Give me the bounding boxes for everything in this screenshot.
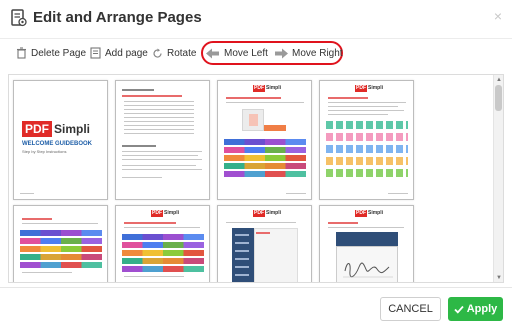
move-left-button[interactable]: Move Left: [206, 45, 268, 61]
close-icon[interactable]: ×: [494, 8, 502, 24]
brand-logo: PDF Simpli: [22, 121, 90, 137]
sidebar-preview: [232, 228, 254, 282]
delete-page-button[interactable]: Delete Page: [16, 45, 86, 61]
arrow-right-icon: [275, 48, 288, 58]
apply-button[interactable]: Apply: [448, 297, 503, 321]
scroll-up-icon[interactable]: ▲: [496, 77, 502, 83]
add-page-button[interactable]: Add page: [90, 45, 148, 61]
page-thumbnail-5[interactable]: [13, 205, 108, 282]
trash-icon: [17, 47, 26, 59]
checkmark-icon: [454, 305, 464, 314]
page-thumbnails-grid: PDF Simpli WELCOME GUIDEBOOK Step by Ste…: [8, 74, 504, 283]
logo-pdf: PDF: [22, 121, 52, 137]
delete-page-label: Delete Page: [31, 47, 87, 59]
page-thumbnail-6[interactable]: PDF Simpli: [115, 205, 210, 282]
rotate-icon: [153, 48, 162, 58]
move-right-label: Move Right: [292, 47, 343, 59]
scrollbar-thumb[interactable]: [495, 85, 502, 111]
logo-simpli: Simpli: [54, 122, 91, 136]
add-page-icon: [90, 47, 101, 59]
dialog-title: Edit and Arrange Pages: [33, 9, 202, 26]
cover-subheading: Step by Step Instructions: [22, 149, 67, 154]
page-logo: PDF Simpli: [151, 210, 180, 217]
rotate-button[interactable]: Rotate: [152, 45, 196, 61]
move-right-button[interactable]: Move Right: [274, 45, 343, 61]
document-preview: [242, 109, 264, 131]
scroll-down-icon[interactable]: ▼: [496, 275, 502, 281]
apply-label: Apply: [466, 303, 498, 315]
page-logo: PDF Simpli: [355, 210, 384, 217]
page-thumbnail-1[interactable]: PDF Simpli WELCOME GUIDEBOOK Step by Ste…: [13, 80, 108, 200]
page-thumbnail-8[interactable]: PDF Simpli: [319, 205, 414, 282]
page-logo: PDF Simpli: [253, 210, 282, 217]
cancel-button[interactable]: CANCEL: [380, 297, 441, 321]
scrollbar[interactable]: ▲ ▼: [493, 75, 503, 282]
page-logo: PDF Simpli: [355, 85, 384, 92]
page-logo: PDF Simpli: [253, 85, 282, 92]
page-thumbnail-4[interactable]: PDF Simpli: [319, 80, 414, 200]
page-thumbnail-7[interactable]: PDF Simpli: [217, 205, 312, 282]
cover-heading: WELCOME GUIDEBOOK: [22, 141, 92, 147]
rotate-label: Rotate: [167, 47, 197, 59]
arrow-left-icon: [206, 48, 219, 58]
signature-preview: [336, 246, 398, 282]
page-thumbnail-2[interactable]: [115, 80, 210, 200]
dialog-header: Edit and Arrange Pages ×: [0, 0, 512, 36]
move-left-label: Move Left: [224, 47, 268, 59]
toolbar: Delete Page Add page Rotate Move Left Mo…: [0, 38, 512, 66]
dialog-footer: CANCEL Apply: [0, 287, 512, 330]
page-thumbnail-3[interactable]: PDF Simpli: [217, 80, 312, 200]
add-page-label: Add page: [105, 47, 148, 59]
edit-pages-icon: [10, 9, 28, 27]
